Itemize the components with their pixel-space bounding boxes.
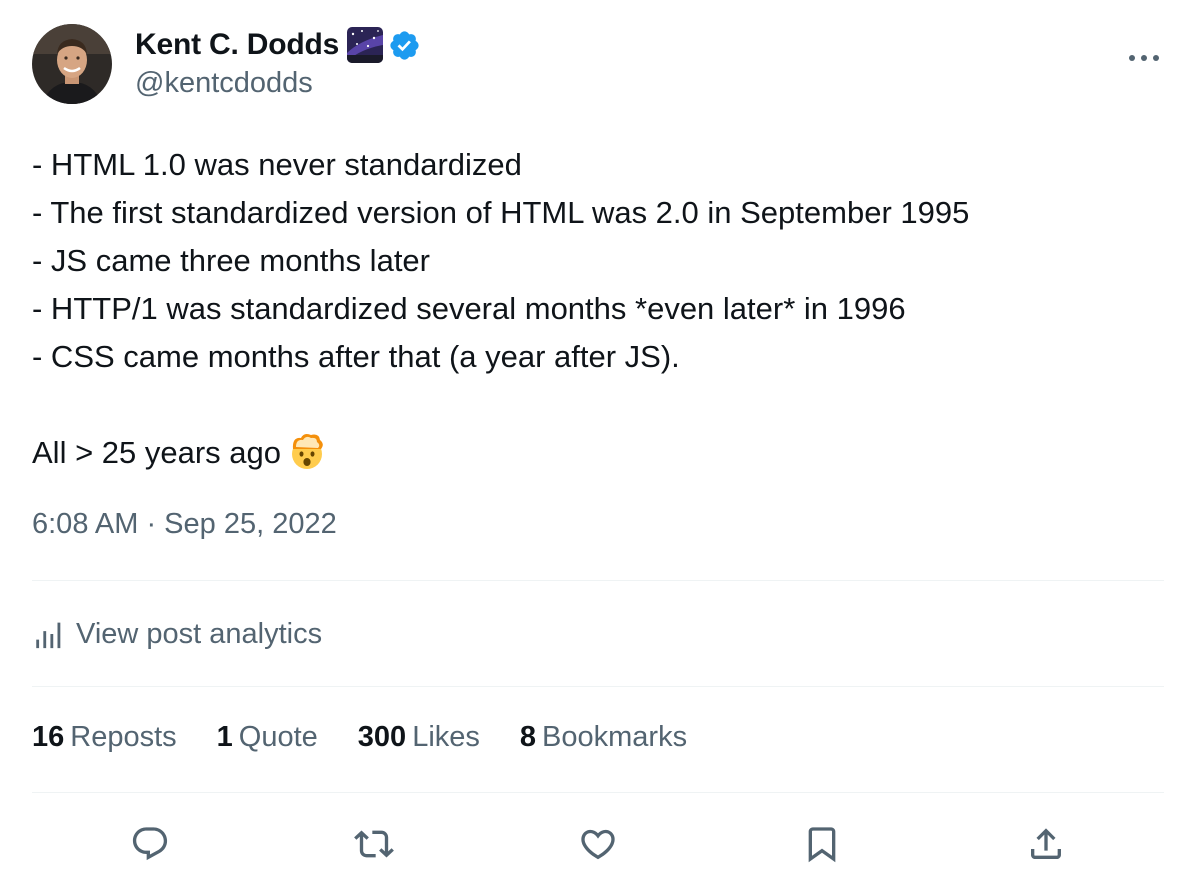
exploding-head-icon (287, 431, 327, 471)
view-analytics-link[interactable]: View post analytics (32, 614, 322, 654)
reposts-count: 16 (32, 721, 65, 753)
likes-count: 300 (357, 721, 407, 753)
reply-button[interactable] (126, 820, 174, 868)
more-options-button[interactable] (1122, 40, 1166, 76)
share-icon (1031, 828, 1061, 859)
repost-button[interactable] (350, 820, 398, 868)
tweet-line: - CSS came months after that (a year aft… (32, 339, 680, 374)
tweet-paragraph-gap (32, 381, 1172, 429)
more-dots-icon (1129, 55, 1159, 61)
divider (32, 792, 1164, 793)
tweet-line: - HTTP/1 was standardized several months… (32, 291, 906, 326)
bookmarks-count: 8 (519, 721, 537, 753)
milky-way-emoji-icon (347, 27, 384, 63)
quotes-stat[interactable]: 1 Quote (217, 721, 318, 754)
tweet-timestamp[interactable]: 6:08 AM · Sep 25, 2022 (32, 508, 337, 541)
bookmarks-stat[interactable]: 8 Bookmarks (520, 721, 687, 754)
bookmark-button[interactable] (798, 820, 846, 868)
bookmark-icon (808, 827, 836, 863)
analytics-icon (36, 622, 61, 649)
avatar[interactable] (32, 24, 112, 104)
engagement-stats: 16 Reposts 1 Quote 300 Likes 8 Bookmarks (32, 721, 727, 754)
tweet-text: - HTML 1.0 was never standardized - The … (32, 141, 1172, 477)
likes-stat[interactable]: 300 Likes (358, 721, 480, 754)
author-name[interactable]: Kent C. Dodds (135, 28, 339, 62)
reposts-stat[interactable]: 16 Reposts (32, 721, 177, 754)
repost-icon (354, 830, 394, 858)
divider (32, 686, 1164, 687)
tweet-line: - HTML 1.0 was never standardized (32, 147, 522, 182)
action-bar (0, 820, 1196, 868)
bookmarks-label: Bookmarks (542, 721, 688, 753)
quotes-count: 1 (216, 721, 233, 753)
reply-icon (132, 827, 168, 861)
tweet-line: - The first standardized version of HTML… (32, 195, 970, 230)
view-analytics-label: View post analytics (76, 617, 323, 650)
quotes-label: Quote (238, 721, 318, 753)
like-icon (581, 829, 615, 860)
tweet-line: - JS came three months later (32, 243, 430, 278)
tweet-closing-text: All > 25 years ago (32, 435, 282, 470)
reposts-label: Reposts (70, 721, 177, 753)
verified-badge-icon[interactable] (388, 29, 421, 62)
divider (32, 580, 1164, 581)
author-name-row: Kent C. Dodds (135, 26, 421, 64)
share-button[interactable] (1022, 820, 1070, 868)
tweet-closing-line: All > 25 years ago (32, 429, 1172, 477)
author-handle[interactable]: @kentcdodds (135, 67, 313, 100)
like-button[interactable] (574, 820, 622, 868)
likes-label: Likes (412, 721, 480, 753)
